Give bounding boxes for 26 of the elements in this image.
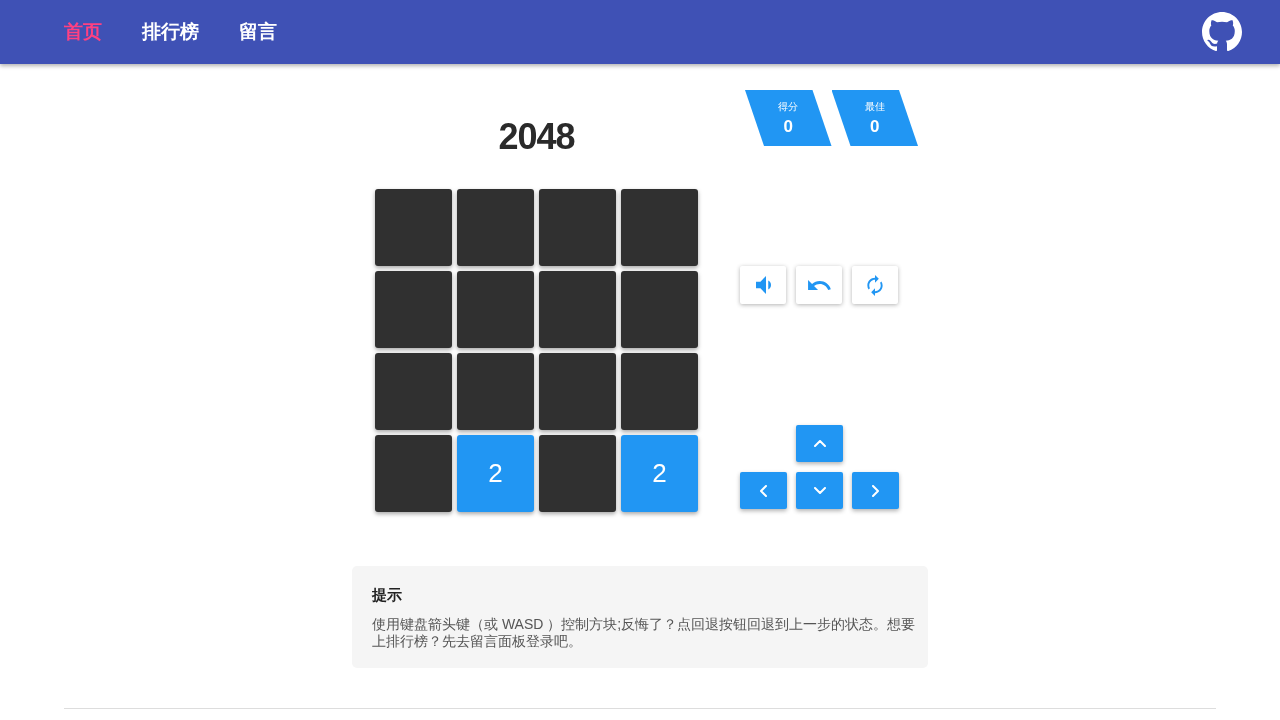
- hint-text: 使用键盘箭头键（或 WASD ）控制方块;反悔了？点回退按钮回退到上一步的状态。想要上排行榜？先去留言面板登录吧。: [372, 616, 917, 650]
- sound-button[interactable]: [740, 266, 786, 304]
- speaker-icon: [755, 276, 771, 294]
- restart-button[interactable]: [852, 266, 898, 304]
- nav-link[interactable]: 留言: [239, 20, 277, 44]
- chevron-down-icon: [813, 487, 826, 494]
- chevron-left-icon: [760, 484, 767, 497]
- cat-logo-icon[interactable]: [1202, 12, 1242, 52]
- game-title: 2048: [497, 115, 576, 158]
- left-button[interactable]: [740, 472, 787, 509]
- score-value: 0: [783, 116, 793, 138]
- nav-link[interactable]: 排行榜: [142, 20, 199, 44]
- chevron-up-icon: [813, 440, 826, 447]
- refresh-icon: [867, 274, 883, 296]
- number-tile: 2: [457, 435, 534, 512]
- chevron-right-icon: [872, 484, 879, 497]
- hint-title: 提示: [372, 585, 403, 605]
- right-button[interactable]: [852, 472, 899, 509]
- down-button[interactable]: [796, 472, 843, 509]
- undo-button[interactable]: [796, 266, 842, 304]
- number-tile: 2: [621, 435, 698, 512]
- up-button[interactable]: [796, 425, 843, 462]
- undo-icon: [807, 280, 831, 290]
- score-value: 0: [870, 116, 880, 138]
- score-label: 得分: [778, 100, 799, 114]
- score-label: 最佳: [864, 100, 885, 114]
